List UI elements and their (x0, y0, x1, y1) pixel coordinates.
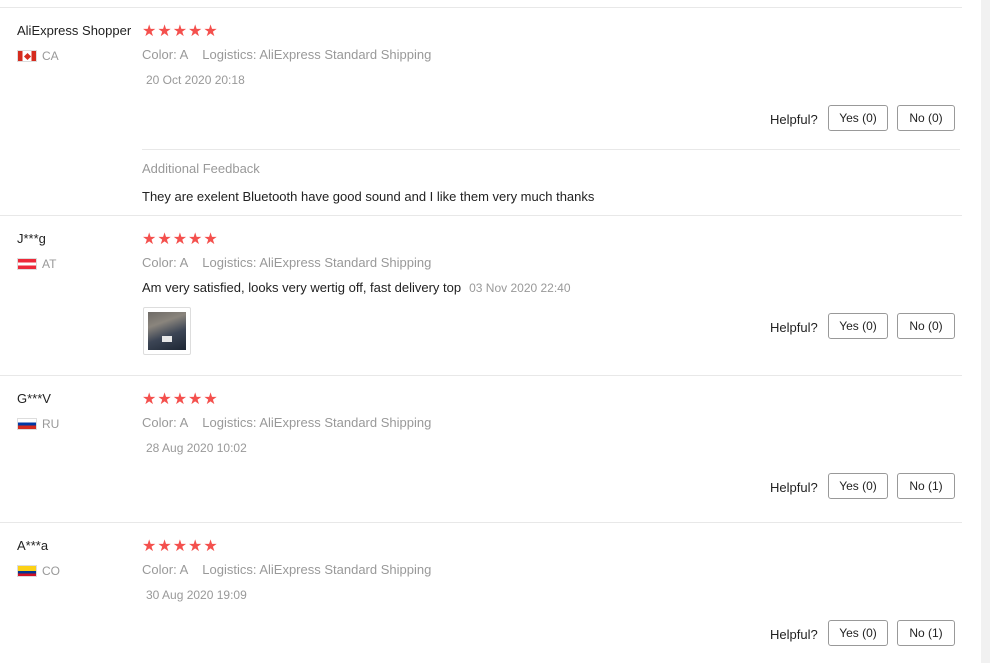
additional-feedback-text: They are exelent Bluetooth have good sou… (142, 189, 595, 204)
sku-color: Color: A (142, 255, 189, 270)
helpful-yes-button[interactable]: Yes (0) (828, 473, 888, 499)
feedback-divider (142, 149, 960, 150)
review-date: 28 Aug 2020 10:02 (146, 441, 247, 455)
review-meta: Color: A Logistics: AliExpress Standard S… (142, 255, 445, 270)
russia-flag-icon (17, 418, 37, 430)
logistics-info: Logistics: AliExpress Standard Shipping (202, 415, 432, 430)
review-item: G***V RU ★★★★★ Color: A Logistics: AliExp… (0, 375, 962, 523)
reviewer-name: AliExpress Shopper (17, 23, 132, 38)
star-rating: ★★★★★ (142, 391, 219, 408)
helpful-no-button[interactable]: No (0) (897, 313, 955, 339)
helpful-label: Helpful? (770, 480, 818, 495)
review-text: Am very satisfied, looks very wertig off… (142, 280, 571, 295)
reviewer-country: AT (17, 257, 56, 271)
country-code: CA (42, 49, 59, 63)
reviewer-country: CA (17, 49, 59, 63)
helpful-label: Helpful? (770, 627, 818, 642)
reviewer-country: CO (17, 564, 60, 578)
sku-color: Color: A (142, 47, 189, 62)
sku-color: Color: A (142, 562, 189, 577)
star-rating: ★★★★★ (142, 538, 219, 555)
review-item: J***g AT ★★★★★ Color: A Logistics: AliExp… (0, 215, 962, 376)
helpful-yes-button[interactable]: Yes (0) (828, 105, 888, 131)
review-date: 20 Oct 2020 20:18 (146, 73, 245, 87)
reviewer-country: RU (17, 417, 59, 431)
helpful-yes-button[interactable]: Yes (0) (828, 313, 888, 339)
country-code: RU (42, 417, 60, 431)
helpful-no-button[interactable]: No (0) (897, 105, 955, 131)
review-text-body: Am very satisfied, looks very wertig off… (142, 280, 462, 295)
review-item: A***a CO ★★★★★ Color: A Logistics: AliExp… (0, 522, 962, 664)
austria-flag-icon (17, 258, 37, 270)
page-scrollbar[interactable] (981, 0, 990, 663)
logistics-info: Logistics: AliExpress Standard Shipping (202, 255, 432, 270)
logistics-info: Logistics: AliExpress Standard Shipping (202, 47, 432, 62)
review-meta: Color: A Logistics: AliExpress Standard S… (142, 562, 445, 577)
review-photo-thumbnail[interactable] (143, 307, 191, 355)
review-meta: Color: A Logistics: AliExpress Standard S… (142, 415, 445, 430)
star-rating: ★★★★★ (142, 23, 219, 40)
review-date: 03 Nov 2020 22:40 (469, 281, 571, 295)
canada-flag-icon (17, 50, 37, 62)
sku-color: Color: A (142, 415, 189, 430)
helpful-yes-button[interactable]: Yes (0) (828, 620, 888, 646)
helpful-no-button[interactable]: No (1) (897, 620, 955, 646)
review-item: AliExpress Shopper CA ★★★★★ Color: A Logi… (0, 7, 962, 216)
helpful-label: Helpful? (770, 320, 818, 335)
review-date: 30 Aug 2020 19:09 (146, 588, 247, 602)
helpful-no-button[interactable]: No (1) (897, 473, 955, 499)
logistics-info: Logistics: AliExpress Standard Shipping (202, 562, 432, 577)
reviewer-name: J***g (17, 231, 46, 246)
star-rating: ★★★★★ (142, 231, 219, 248)
review-meta: Color: A Logistics: AliExpress Standard S… (142, 47, 445, 62)
reviewer-name: G***V (17, 391, 51, 406)
country-code: AT (42, 257, 57, 271)
helpful-label: Helpful? (770, 112, 818, 127)
colombia-flag-icon (17, 565, 37, 577)
reviewer-name: A***a (17, 538, 49, 553)
country-code: CO (42, 564, 60, 578)
earbuds-photo (148, 312, 186, 350)
additional-feedback-label: Additional Feedback (142, 161, 260, 176)
